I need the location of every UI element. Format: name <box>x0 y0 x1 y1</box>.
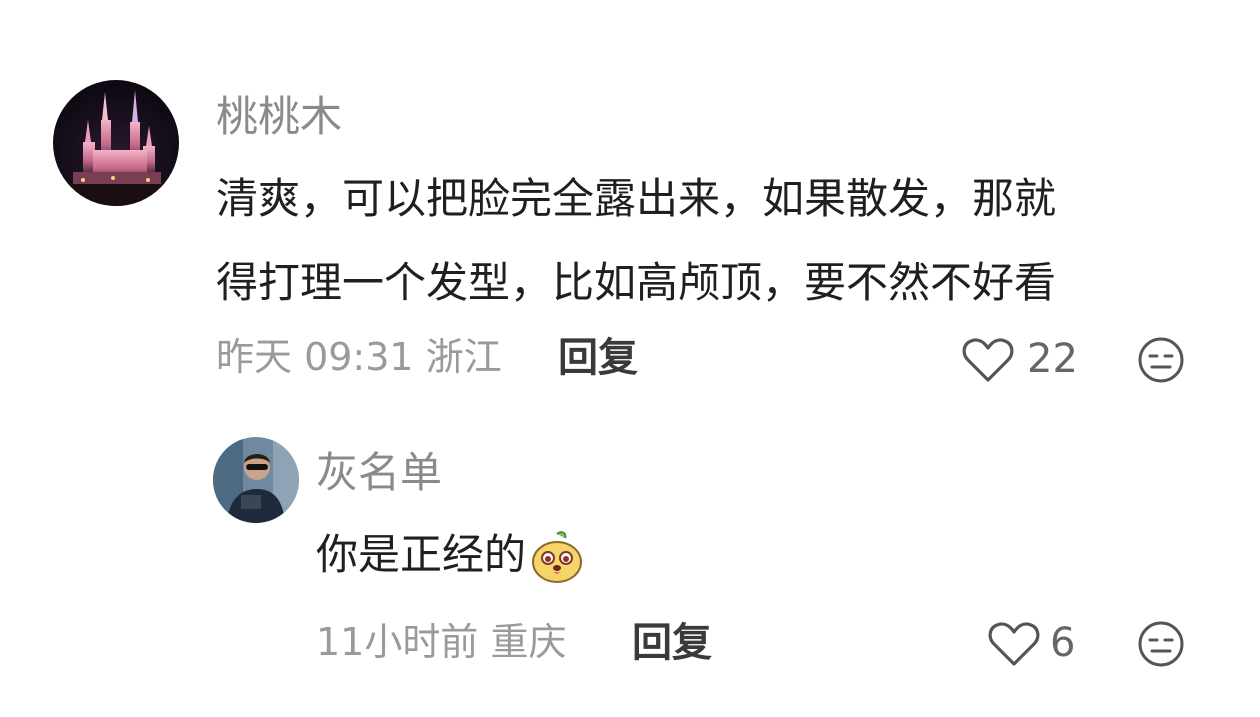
user-avatar-huimingdan[interactable] <box>213 437 299 523</box>
comment-text: 清爽，可以把脸完全露出来，如果散发，那就 得打理一个发型，比如高颅顶，要不然不好… <box>216 157 1206 325</box>
cute-dog-emoji-icon <box>530 528 584 583</box>
castle-night-avatar <box>53 80 179 206</box>
man-sunglasses-avatar <box>213 437 299 523</box>
comment-username[interactable]: 桃桃木 <box>216 96 342 138</box>
reply-button[interactable]: 回复 <box>558 338 638 378</box>
comment-time: 11小时前 <box>316 620 479 664</box>
like-count: 6 <box>1050 620 1076 666</box>
comment-text: 你是正经的 <box>316 513 584 597</box>
meh-face-icon <box>1138 337 1184 383</box>
comment-text-line: 你是正经的 <box>316 530 527 579</box>
comment-location: 浙江 <box>425 335 502 379</box>
dislike-button[interactable] <box>1137 620 1185 672</box>
comment-location: 重庆 <box>490 620 567 664</box>
comment-text-line: 清爽，可以把脸完全露出来，如果散发，那就 <box>216 174 1057 223</box>
heart-icon <box>988 622 1040 666</box>
comment-meta: 11小时前 重庆 <box>316 623 566 661</box>
comment-meta: 昨天 09:31 浙江 <box>216 338 502 376</box>
comment-username[interactable]: 灰名单 <box>316 452 442 494</box>
heart-icon <box>962 338 1014 382</box>
reply-button[interactable]: 回复 <box>632 623 712 663</box>
comment-text-line: 得打理一个发型，比如高颅顶，要不然不好看 <box>216 258 1057 307</box>
like-button[interactable] <box>962 336 1014 388</box>
meh-face-icon <box>1138 621 1184 667</box>
like-button[interactable] <box>988 620 1040 672</box>
comment-time: 昨天 09:31 <box>216 335 414 379</box>
like-count: 22 <box>1027 336 1078 382</box>
user-avatar-taotaomu[interactable] <box>53 80 179 206</box>
dislike-button[interactable] <box>1137 336 1185 388</box>
